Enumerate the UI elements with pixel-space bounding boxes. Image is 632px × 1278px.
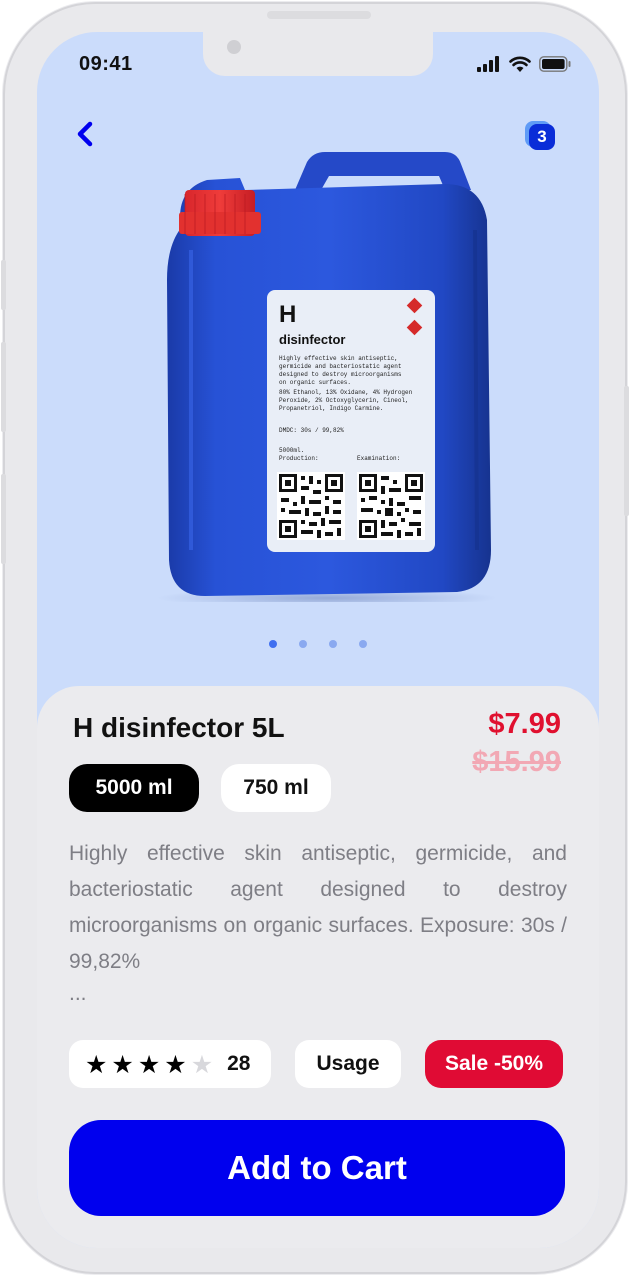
- product-title: H disinfector 5L: [73, 712, 285, 743]
- read-more-ellipsis[interactable]: ...: [69, 980, 567, 1008]
- mute-switch: [1, 260, 6, 310]
- label-line: Examination:: [357, 455, 400, 462]
- carousel-dot[interactable]: [269, 640, 277, 648]
- wifi-icon: [509, 56, 531, 72]
- phone-frame: 09:41 3 H disinfector Highly effective s…: [1, 2, 629, 1274]
- size-option-750ml[interactable]: 750 ml: [221, 764, 331, 812]
- label-letter: H: [279, 301, 296, 328]
- size-option-5000ml[interactable]: 5000 ml: [69, 764, 199, 812]
- label-line: Production:: [279, 455, 319, 462]
- star-filled-icon: ★: [137, 1049, 161, 1079]
- star-filled-icon: ★: [111, 1049, 134, 1079]
- back-button[interactable]: [69, 118, 101, 150]
- carousel-dot[interactable]: [299, 640, 307, 648]
- power-button: [624, 386, 629, 516]
- label-line: Propanetriol, Indigo Carmine.: [279, 405, 383, 412]
- sale-badge: Sale -50%: [425, 1040, 563, 1088]
- label-line: Highly effective skin antiseptic,: [279, 355, 398, 362]
- earpiece-speaker: [267, 11, 371, 19]
- qr-code-left: [277, 472, 345, 540]
- star-filled-icon: ★: [164, 1049, 187, 1079]
- label-line: germicide and bacteriostatic agent: [279, 363, 401, 370]
- front-camera: [227, 40, 241, 54]
- screen: 09:41 3 H disinfector Highly effective s…: [37, 32, 599, 1248]
- volume-up-button: [1, 342, 6, 432]
- label-line: 5000ml.: [279, 447, 304, 454]
- product-price: $7.99: [488, 708, 561, 740]
- label-name: disinfector: [279, 332, 345, 347]
- usage-button[interactable]: Usage: [295, 1040, 401, 1088]
- volume-down-button: [1, 474, 6, 564]
- star-filled-icon: ★: [85, 1049, 108, 1079]
- cart-count-badge: 3: [529, 124, 555, 150]
- label-line: Peroxide, 2% Octoxyglycerin, Cineol,: [279, 397, 409, 404]
- cart-button[interactable]: 3: [525, 120, 559, 154]
- label-line: designed to destroy microorganisms: [279, 371, 402, 378]
- rating-count: 28: [227, 1052, 251, 1075]
- carousel-dots: [269, 640, 367, 648]
- qr-code-right: [357, 472, 425, 540]
- label-line: DMDC: 30s / 99,82%: [279, 427, 344, 434]
- carousel-dot[interactable]: [329, 640, 337, 648]
- status-icons: [477, 56, 571, 72]
- description-text: Highly effective skin antiseptic, germic…: [69, 842, 567, 973]
- label-line: 80% Ethanol, 13% Oxidane, 4% Hydrogen: [279, 389, 413, 396]
- product-details-sheet: H disinfector 5L $7.99 $15.99 5000 ml 75…: [37, 686, 599, 1248]
- notch: [203, 32, 433, 76]
- label-line: on organic surfaces.: [279, 379, 351, 386]
- chevron-left-icon: [77, 121, 93, 147]
- rating-badge[interactable]: ★ ★ ★ ★ ★ 28: [69, 1040, 271, 1088]
- star-empty-icon: ★: [190, 1049, 214, 1079]
- product-image: H disinfector Highly effective skin anti…: [157, 152, 495, 602]
- carousel-dot[interactable]: [359, 640, 367, 648]
- product-old-price: $15.99: [472, 746, 561, 778]
- status-time: 09:41: [79, 53, 133, 75]
- battery-icon: [539, 56, 571, 72]
- signal-icon: [477, 56, 499, 72]
- product-description: Highly effective skin antiseptic, germic…: [69, 836, 567, 1008]
- rating-stars: ★ ★ ★ ★ ★: [85, 1052, 213, 1077]
- add-to-cart-button[interactable]: Add to Cart: [69, 1120, 565, 1216]
